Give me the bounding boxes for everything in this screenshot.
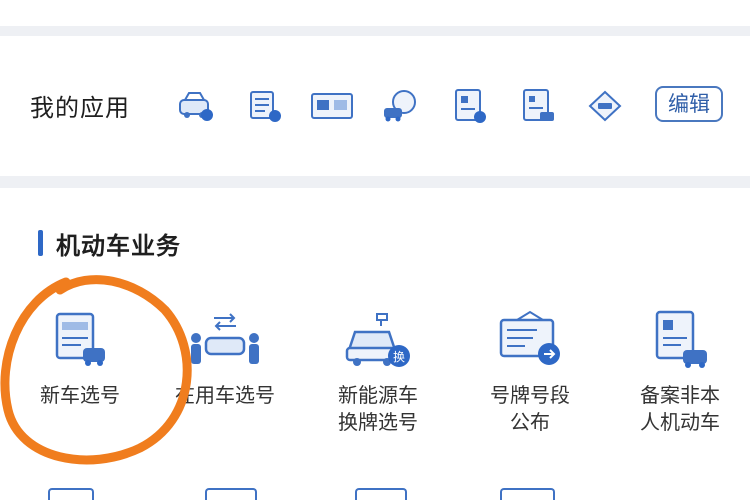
driver-document-icon[interactable] bbox=[518, 86, 558, 126]
motor-vehicle-section: 机动车业务 新车选号 在用车选号 换 新能源车 换牌选号 号牌号段 公布 备案非… bbox=[0, 188, 750, 500]
service-new-car-plate[interactable]: 新车选号 bbox=[10, 308, 150, 409]
ev-plate-change-icon: 换 bbox=[345, 313, 410, 367]
my-apps-section: 我的应用 编辑 bbox=[0, 36, 750, 176]
service-record-vehicle[interactable]: 备案非本 人机动车 bbox=[610, 308, 750, 436]
next-service-icon[interactable] bbox=[205, 488, 257, 500]
road-sign-icon[interactable] bbox=[585, 86, 625, 126]
service-label: 备案非本 人机动车 bbox=[640, 383, 720, 434]
service-ev-plate-change[interactable]: 换 新能源车 换牌选号 bbox=[308, 308, 448, 436]
car-service-icon[interactable] bbox=[380, 86, 420, 126]
ev-change-badge: 换 bbox=[393, 350, 405, 364]
next-service-icon[interactable] bbox=[500, 488, 555, 500]
edit-button[interactable]: 编辑 bbox=[655, 86, 723, 122]
car-register-icon[interactable] bbox=[176, 86, 216, 126]
service-used-car-plate[interactable]: 在用车选号 bbox=[155, 308, 295, 409]
next-service-icon[interactable] bbox=[355, 488, 407, 500]
new-car-plate-icon bbox=[55, 312, 105, 366]
service-label: 在用车选号 bbox=[175, 383, 275, 407]
plate-range-board-icon bbox=[499, 310, 560, 365]
service-label: 新车选号 bbox=[40, 383, 120, 407]
next-service-row bbox=[0, 488, 750, 500]
scroll-document-icon[interactable] bbox=[245, 86, 285, 126]
section-accent-bar bbox=[38, 230, 43, 256]
used-car-plate-icon bbox=[191, 313, 259, 364]
license-certificate-icon[interactable] bbox=[450, 86, 490, 126]
vehicle-photo-icon[interactable] bbox=[310, 86, 354, 126]
service-label: 新能源车 换牌选号 bbox=[338, 383, 418, 434]
service-plate-range[interactable]: 号牌号段 公布 bbox=[460, 308, 600, 436]
next-service-icon[interactable] bbox=[48, 488, 94, 500]
my-apps-title: 我的应用 bbox=[30, 94, 130, 122]
top-card bbox=[0, 0, 750, 26]
service-label: 号牌号段 公布 bbox=[490, 383, 570, 434]
record-vehicle-icon bbox=[655, 310, 707, 368]
section-title: 机动车业务 bbox=[56, 232, 181, 260]
